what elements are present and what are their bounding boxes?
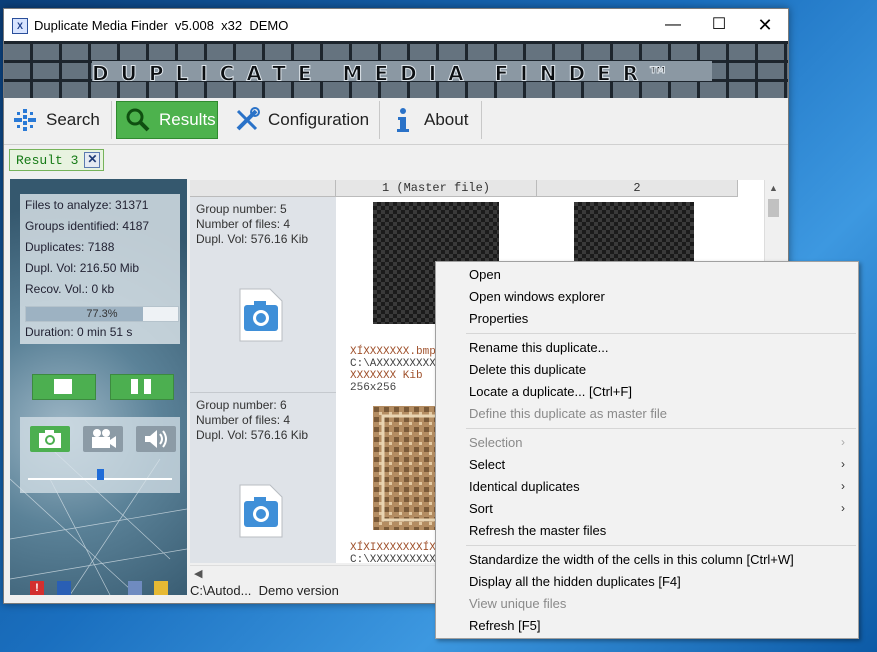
banner: DUPLICATE MEDIA FINDERTM: [4, 41, 788, 98]
grid-view-icon[interactable]: [128, 581, 142, 595]
about-button[interactable]: About: [382, 101, 482, 139]
menu-define-master: Define this duplicate as master file: [469, 406, 667, 421]
column-header-2[interactable]: 2: [537, 180, 738, 197]
menu-delete[interactable]: Delete this duplicate: [469, 362, 586, 377]
submenu-arrow-icon: ›: [841, 501, 845, 515]
dupl-vol: Dupl. Vol: 216.50 Mib: [25, 261, 140, 275]
alert-icon[interactable]: !: [30, 581, 44, 595]
menu-properties[interactable]: Properties: [469, 311, 528, 326]
status-bar: C:\Autod... Demo version: [190, 583, 339, 598]
camera-icon: [39, 430, 61, 448]
results-button[interactable]: Results: [116, 101, 218, 139]
group-file-count: Number of files: 4: [196, 217, 291, 231]
tools-icon: [234, 107, 260, 133]
menu-locate[interactable]: Locate a duplicate... [Ctrl+F]: [469, 384, 632, 399]
close-tab-icon[interactable]: ✕: [84, 152, 101, 168]
menu-separator: [466, 333, 856, 334]
pause-icon: [131, 379, 138, 394]
stop-button[interactable]: [32, 374, 96, 400]
menu-selection: Selection: [469, 435, 523, 450]
group-cell-6[interactable]: Group number: 6 Number of files: 4 Dupl.…: [190, 393, 336, 563]
search-dots-icon: [12, 107, 38, 133]
media-filter-box: [20, 417, 180, 493]
group-cell-5[interactable]: Group number: 5 Number of files: 4 Dupl.…: [190, 197, 336, 393]
group-dupl-vol: Dupl. Vol: 576.16 Kib: [196, 232, 309, 246]
context-menu: Open Open windows explorer Properties Re…: [435, 261, 859, 639]
size-slider-thumb[interactable]: [97, 469, 104, 480]
image-file-icon: [239, 288, 283, 342]
menu-separator: [466, 545, 856, 546]
column-header-master[interactable]: 1 (Master file): [336, 180, 537, 197]
groups-identified: Groups identified: 4187: [25, 219, 150, 233]
banner-trademark: TM: [650, 66, 666, 77]
banner-title: DUPLICATE MEDIA FINDER: [92, 61, 651, 81]
stats-box: Files to analyze: 31371 Groups identifie…: [20, 194, 180, 344]
menu-rename[interactable]: Rename this duplicate...: [469, 340, 608, 355]
results-label: Results: [159, 110, 216, 129]
configuration-button[interactable]: Configuration: [226, 101, 380, 139]
search-label: Search: [46, 110, 100, 129]
pause-bar-icon: [144, 379, 151, 394]
scroll-thumb[interactable]: [768, 199, 779, 217]
horizontal-scrollbar[interactable]: ◀: [190, 565, 440, 583]
video-filter-button[interactable]: [83, 426, 123, 452]
menu-separator: [466, 428, 856, 429]
menu-open[interactable]: Open: [469, 267, 501, 282]
magnifier-icon: [125, 107, 151, 133]
speaker-icon: [145, 430, 167, 448]
toolbar: Search Results Configuration About: [4, 98, 788, 145]
menu-identical-duplicates[interactable]: Identical duplicates: [469, 479, 580, 494]
close-button[interactable]: ✕: [742, 9, 788, 41]
configuration-label: Configuration: [268, 110, 370, 129]
menu-sort[interactable]: Sort: [469, 501, 493, 516]
stop-icon: [54, 379, 72, 394]
menu-refresh[interactable]: Refresh [F5]: [469, 618, 541, 633]
files-to-analyze: Files to analyze: 31371: [25, 198, 149, 212]
menu-open-explorer[interactable]: Open windows explorer: [469, 289, 605, 304]
window-title: Duplicate Media Finder v5.008 x32 DEMO: [34, 18, 289, 33]
stats-panel: Files to analyze: 31371 Groups identifie…: [10, 179, 187, 595]
progress-bar: 77.3%: [25, 306, 179, 322]
app-icon: X: [12, 18, 28, 34]
about-label: About: [424, 110, 469, 129]
menu-display-hidden[interactable]: Display all the hidden duplicates [F4]: [469, 574, 681, 589]
folder-icon[interactable]: [154, 581, 168, 595]
scroll-left-icon[interactable]: ◀: [194, 566, 202, 583]
image-file-icon: [239, 484, 283, 538]
photo-filter-button[interactable]: [30, 426, 70, 452]
info-icon: [390, 107, 416, 133]
banner-logo-text: DUPLICATE MEDIA FINDERTM: [92, 61, 712, 81]
scroll-up-icon[interactable]: ▲: [765, 180, 782, 196]
submenu-arrow-icon: ›: [841, 479, 845, 493]
menu-refresh-master[interactable]: Refresh the master files: [469, 523, 606, 538]
video-camera-icon: [92, 429, 116, 448]
menu-select[interactable]: Select: [469, 457, 505, 472]
header-corner: [190, 180, 336, 197]
group-dupl-vol: Dupl. Vol: 576.16 Kib: [196, 428, 309, 442]
audio-filter-button[interactable]: [136, 426, 176, 452]
tab-result-label: Result 3: [16, 152, 79, 168]
menu-standardize-width[interactable]: Standardize the width of the cells in th…: [469, 552, 794, 567]
progress-text: 77.3%: [86, 308, 118, 320]
menu-view-unique: View unique files: [469, 596, 567, 611]
minimize-button[interactable]: —: [650, 9, 696, 41]
maximize-button[interactable]: ☐: [696, 9, 742, 41]
title-bar: X Duplicate Media Finder v5.008 x32 DEMO…: [4, 9, 788, 41]
group-number: Group number: 6: [196, 398, 287, 412]
submenu-arrow-icon: ›: [841, 435, 845, 449]
search-button[interactable]: Search: [4, 101, 112, 139]
group-number: Group number: 5: [196, 202, 287, 216]
recov-vol: Recov. Vol.: 0 kb: [25, 282, 115, 296]
shortcut-icon[interactable]: [57, 581, 71, 595]
tab-result-3[interactable]: Result 3 ✕: [9, 149, 105, 171]
submenu-arrow-icon: ›: [841, 457, 845, 471]
group-file-count: Number of files: 4: [196, 413, 291, 427]
pause-button[interactable]: [110, 374, 174, 400]
duration: Duration: 0 min 51 s: [25, 325, 133, 339]
duplicates-count: Duplicates: 7188: [25, 240, 115, 254]
